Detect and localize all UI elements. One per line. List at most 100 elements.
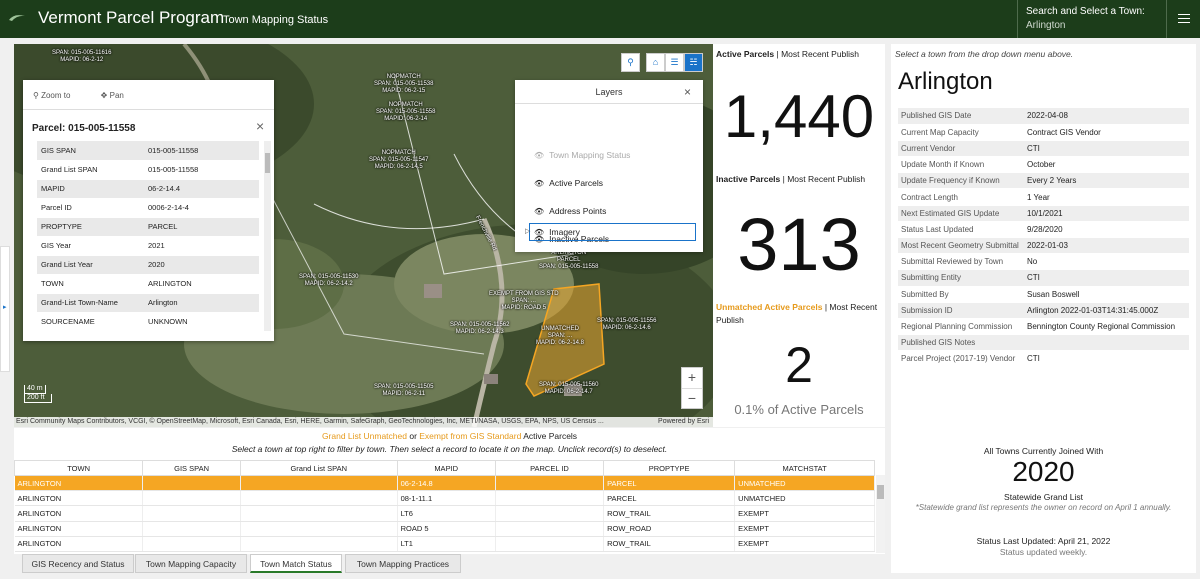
- detail-key: Update Month if Known: [898, 156, 1024, 174]
- zoom-to-button[interactable]: ⚲ Zoom to: [33, 91, 84, 100]
- active-parcels-value: 1,440: [723, 83, 875, 150]
- town-select-label: Search and Select a Town:: [1026, 6, 1145, 17]
- popup-row: Grand List SPAN 015-005-11558: [37, 160, 259, 180]
- detail-row: Parcel Project (2017-19) Vendor CTI: [898, 350, 1189, 368]
- tab-town-mapping-practices[interactable]: Town Mapping Practices: [345, 554, 461, 573]
- table-row[interactable]: ARLINGTON LT6 ROW_TRAIL EXEMPT: [14, 505, 875, 522]
- popup-row: TOWN ARLINGTON: [37, 274, 259, 294]
- detail-value: Arlington 2022-01-03T14:31:45.000Z: [1024, 302, 1189, 319]
- tab-gis-recency[interactable]: GIS Recency and Status: [22, 554, 134, 573]
- expand-arrow-icon[interactable]: ▷: [525, 227, 530, 235]
- table-cell: LT1: [397, 536, 496, 552]
- joined-note: *Statewide grand list represents the own…: [915, 503, 1172, 512]
- detail-value: CTI: [1024, 140, 1189, 158]
- detail-value: 1 Year: [1024, 188, 1189, 206]
- table-cell: ARLINGTON: [14, 536, 144, 552]
- table-row[interactable]: ARLINGTON 08-1-11.1 PARCEL UNMATCHED: [14, 490, 875, 507]
- detail-key: Most Recent Geometry Submittal: [898, 237, 1024, 255]
- list-icon[interactable]: ☰: [665, 53, 684, 72]
- town-select[interactable]: Search and Select a Town: Arlington: [1017, 0, 1165, 38]
- close-icon[interactable]: ×: [256, 118, 264, 134]
- detail-value: 2022-01-03: [1024, 237, 1189, 255]
- detail-key: Submittal Reviewed by Town: [898, 253, 1024, 271]
- close-icon[interactable]: ×: [684, 80, 691, 104]
- eye-icon[interactable]: 👁: [534, 151, 544, 160]
- popup-value: PARCEL: [144, 217, 259, 237]
- layer-item-address-points[interactable]: 👁 Address Points: [534, 206, 606, 216]
- tab-town-mapping-capacity[interactable]: Town Mapping Capacity: [135, 554, 247, 573]
- detail-row: Status Last Updated 9/28/2020: [898, 221, 1189, 239]
- column-header[interactable]: GIS SPAN: [142, 460, 241, 476]
- table-cell: [240, 490, 398, 507]
- powered-by-esri-link[interactable]: Powered by Esri: [658, 417, 709, 427]
- popup-attributes: GIS SPAN 015-005-11558 Grand List SPAN 015-…: [37, 141, 259, 332]
- table-scrollbar[interactable]: [876, 475, 885, 553]
- tab-town-match-status[interactable]: Town Match Status: [250, 554, 342, 573]
- eye-icon[interactable]: 👁: [534, 179, 544, 188]
- detail-key: Current Vendor: [898, 140, 1024, 158]
- popup-scrollbar[interactable]: [264, 141, 271, 331]
- chevron-right-icon[interactable]: ▸: [3, 303, 7, 311]
- parcels-table: TOWN GIS SPAN Grand List SPAN MAPID PARCEL I…: [13, 460, 875, 552]
- eye-icon[interactable]: 👁: [534, 228, 544, 237]
- detail-key: Submission ID: [898, 302, 1024, 319]
- table-row[interactable]: ARLINGTON ROAD 5 ROW_ROAD EXEMPT: [14, 521, 875, 537]
- table-cell: PARCEL: [603, 475, 736, 492]
- table-cell: [142, 505, 241, 522]
- popup-key: PROPTYPE: [37, 217, 144, 237]
- layers-icon[interactable]: ☵: [684, 53, 703, 72]
- map-label: SPAN: 015-005-11562 MAPID: 06-2-14.3: [450, 322, 510, 335]
- detail-value: [1024, 334, 1189, 352]
- detail-row: Next Estimated GIS Update 10/1/2021: [898, 205, 1189, 222]
- table-cell: [142, 536, 241, 552]
- detail-row: Current Map Capacity Contract GIS Vendor: [898, 124, 1189, 141]
- table-cell: 06-2-14.8: [397, 475, 496, 492]
- table-cell: [240, 521, 398, 537]
- detail-value: Bennington County Regional Commission: [1024, 318, 1189, 336]
- table-cell: ARLINGTON: [14, 475, 144, 492]
- joined-year: 2020: [1012, 456, 1075, 487]
- layer-item-imagery[interactable]: 👁 Imagery: [534, 227, 580, 237]
- table-row[interactable]: ARLINGTON LT1 ROW_TRAIL EXEMPT: [14, 536, 875, 552]
- table-cell: [240, 505, 398, 522]
- table-cell: [495, 521, 605, 537]
- popup-row: MAPID 06-2-14.4: [37, 179, 259, 199]
- column-header[interactable]: PARCEL ID: [494, 460, 605, 476]
- table-cell: EXEMPT: [734, 536, 875, 552]
- table-cell: [495, 505, 605, 522]
- detail-row: Current Vendor CTI: [898, 140, 1189, 158]
- home-icon[interactable]: ⌂: [646, 53, 665, 72]
- town-select-value[interactable]: Arlington: [1026, 20, 1165, 31]
- popup-value: 015-005-11558: [144, 141, 259, 161]
- search-icon[interactable]: ⚲: [621, 53, 640, 72]
- detail-key: Parcel Project (2017-19) Vendor: [898, 350, 1024, 368]
- layer-item-active-parcels[interactable]: 👁 Active Parcels: [534, 178, 603, 188]
- detail-value: 9/28/2020: [1024, 221, 1189, 239]
- zoom-in-button[interactable]: +: [682, 368, 702, 388]
- popup-value: 2020: [144, 255, 259, 275]
- zoom-out-button[interactable]: −: [682, 388, 702, 408]
- table-row[interactable]: ARLINGTON 06-2-14.8 PARCEL UNMATCHED: [14, 475, 875, 492]
- column-header[interactable]: Grand List SPAN: [239, 460, 398, 476]
- left-panel-toggle[interactable]: ▸: [0, 246, 10, 372]
- hamburger-menu-icon[interactable]: [1166, 0, 1200, 38]
- column-header[interactable]: PROPTYPE: [603, 460, 736, 476]
- map-label: NOPMATCH SPAN: 015-005-11538 MAPID: 06-2…: [374, 74, 434, 94]
- table-cell: UNMATCHED: [734, 475, 875, 492]
- map-view[interactable]: SPAN: 015-005-11616 MAPID: 06-2-12 NOPMA…: [14, 44, 713, 427]
- column-header[interactable]: MATCHSTAT: [734, 460, 875, 476]
- table-cell: ROAD 5: [397, 521, 496, 537]
- detail-row: Contract Length 1 Year: [898, 188, 1189, 206]
- detail-row: Submittal Reviewed by Town No: [898, 253, 1189, 271]
- eye-icon[interactable]: 👁: [534, 207, 544, 216]
- pan-button[interactable]: ✥ Pan: [101, 91, 138, 100]
- layers-panel: Layers × 👁 Town Mapping Status 👁 Active Pa…: [515, 80, 703, 252]
- status-last-updated: Status Last Updated: April 21, 2022: [976, 536, 1111, 546]
- unmatched-percent: 0.1% of Active Parcels: [734, 402, 864, 417]
- layer-item-town-mapping-status[interactable]: 👁 Town Mapping Status: [534, 150, 630, 160]
- inactive-parcels-caption: Inactive Parcels | Most Recent Publish: [716, 174, 866, 184]
- column-header[interactable]: MAPID: [396, 460, 496, 476]
- column-header[interactable]: TOWN: [13, 460, 144, 476]
- popup-value: 015-005-11558: [144, 160, 259, 180]
- popup-value: Arlington: [144, 293, 259, 313]
